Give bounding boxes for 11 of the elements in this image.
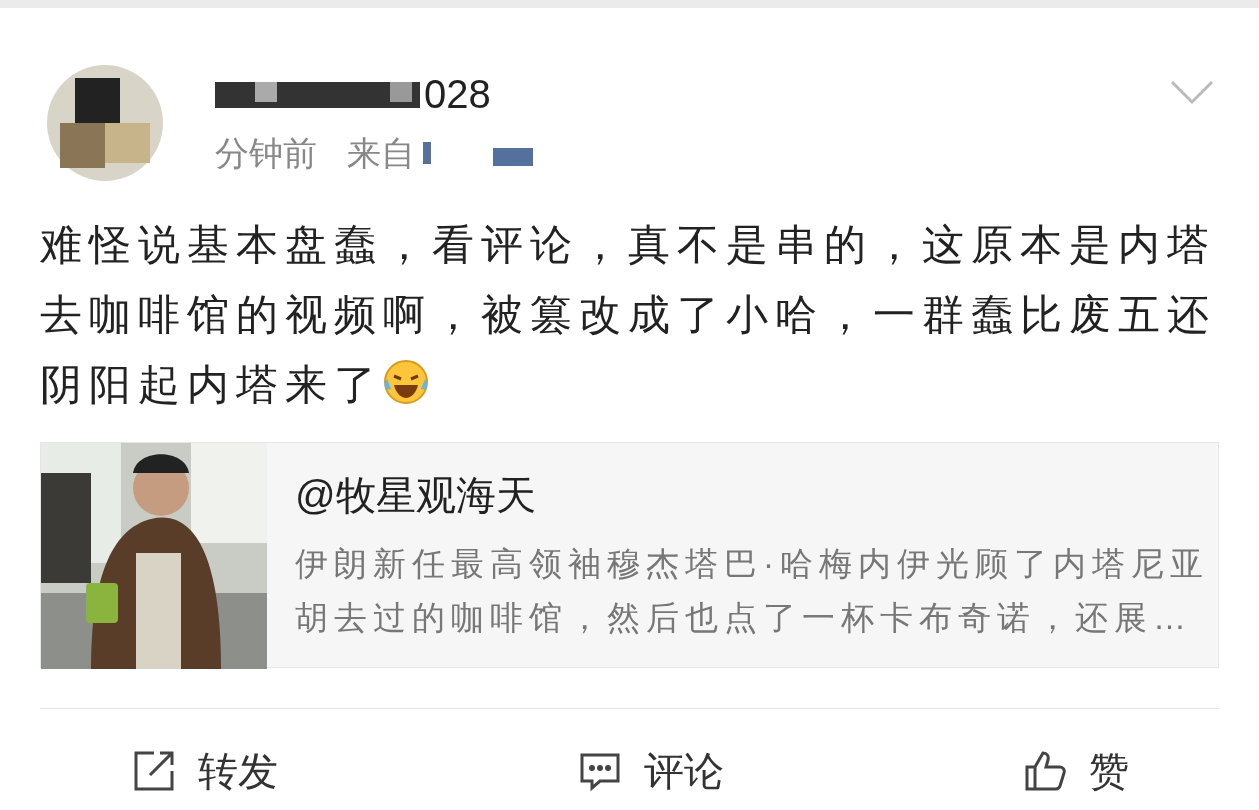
post-text: 难怪说基本盘蠢，看评论，真不是串的，这原本是内塔去咖啡馆的视频啊，被篡改成了小哈，一群蠢比废五还阴阳起内塔来了 [40,220,1217,410]
laughing-crying-emoji-icon [383,359,429,405]
action-button[interactable]: 赞 [1021,741,1129,801]
card-description: 伊朗新任最高领袖穆杰塔巴·哈梅内伊光顾了内塔尼亚胡去过的咖啡馆，然后也点了一杯卡布奇诺，还展… [295,544,1210,638]
action-button[interactable]: 评论 [575,741,724,801]
action-button[interactable]: 转发 [130,741,278,801]
username[interactable]: 028 [424,74,491,114]
link-card[interactable]: @牧星观海天 伊朗新任最高领袖穆杰塔巴·哈梅内伊光顾了内塔尼亚胡去过的咖啡馆，然后也点了一杯卡布奇诺，还展… [40,442,1219,668]
post-time: 分钟前 [215,136,317,170]
source-label: 来自 [347,136,415,170]
card-title: @牧星观海天 [295,472,537,519]
